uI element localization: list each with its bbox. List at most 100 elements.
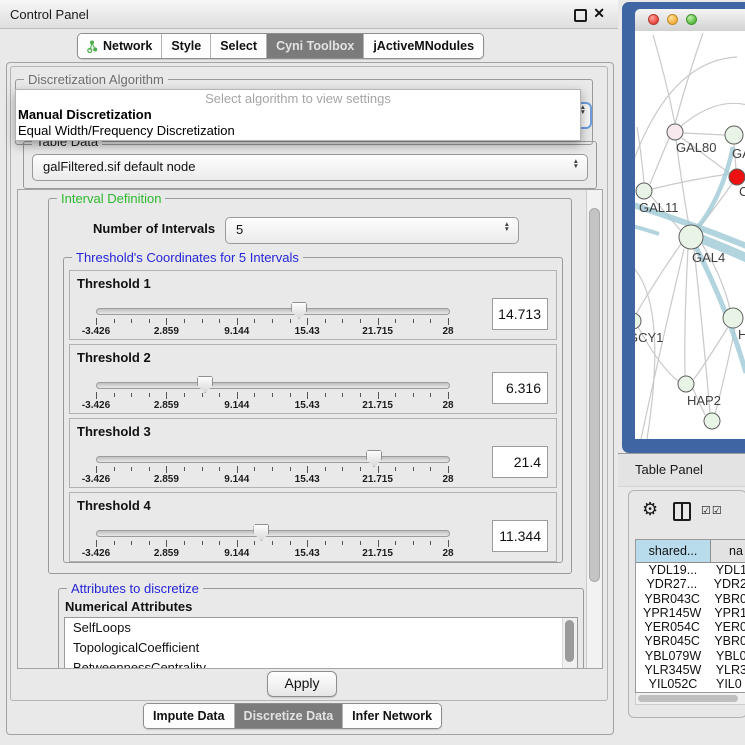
table-row[interactable]: YBL079WYBL0 <box>636 649 745 663</box>
network-edge[interactable] <box>650 138 669 184</box>
threshold-slider-thumb[interactable] <box>197 376 213 393</box>
network-canvas[interactable]: GAL80GACGAL11GAL4GCY1HHAP2 <box>635 31 745 439</box>
scrollbar-thumb[interactable] <box>589 208 600 582</box>
cell-name[interactable]: YIL0 <box>710 677 745 691</box>
slider-tick <box>430 467 431 471</box>
table-row[interactable]: YDR27...YDR2 <box>636 577 745 591</box>
cell-shared-name[interactable]: YDR27... <box>636 577 708 591</box>
cell-name[interactable]: YBR0 <box>708 592 745 606</box>
minimize-traffic-light-icon[interactable] <box>667 14 678 25</box>
apply-button[interactable]: Apply <box>267 671 337 697</box>
slider-tick <box>114 541 115 545</box>
network-node-c[interactable] <box>729 169 745 185</box>
cell-shared-name[interactable]: YDL19... <box>636 563 710 577</box>
threshold-value-field[interactable]: 21.4 <box>492 446 548 478</box>
cell-shared-name[interactable]: YLR345W <box>636 663 710 677</box>
column-header-shared-name[interactable]: shared... <box>636 540 711 562</box>
cell-name[interactable]: YPR1 <box>708 606 745 620</box>
tab-style[interactable]: Style <box>161 34 210 58</box>
threshold-slider-track[interactable] <box>96 382 450 389</box>
network-node-ga[interactable] <box>725 126 743 144</box>
settings-vertical-scrollbar[interactable] <box>586 190 602 668</box>
tab-select[interactable]: Select <box>210 34 266 58</box>
threshold-value-field[interactable]: 11.344 <box>492 520 548 552</box>
threshold-slider-track[interactable] <box>96 308 450 315</box>
scrollbar-thumb[interactable] <box>565 620 574 662</box>
network-view-window[interactable]: GAL80GACGAL11GAL4GCY1HHAP2 <box>622 2 745 453</box>
gear-icon[interactable]: ⚙ <box>642 499 658 519</box>
cell-shared-name[interactable]: YBL079W <box>636 649 710 663</box>
network-edge[interactable] <box>683 133 725 135</box>
network-edge-highlighted[interactable] <box>696 147 733 229</box>
network-edge[interactable] <box>653 35 675 124</box>
algorithm-option-manual-discretization[interactable]: Manual Discretization <box>16 107 580 123</box>
algorithm-option-equal-width-frequency[interactable]: Equal Width/Frequency Discretization <box>16 123 580 139</box>
network-node-gal11[interactable] <box>636 183 652 199</box>
attribute-list-item[interactable]: SelfLoops <box>65 618 577 638</box>
cell-name[interactable]: YDL1 <box>710 563 745 577</box>
cell-shared-name[interactable]: YER054C <box>636 620 708 634</box>
tab-cyni-toolbox[interactable]: Cyni Toolbox <box>266 34 363 58</box>
table-row[interactable]: YIL052CYIL0 <box>636 677 745 691</box>
table-row[interactable]: YBR043CYBR0 <box>636 592 745 606</box>
network-edge[interactable] <box>694 327 728 379</box>
network-edge[interactable] <box>652 174 729 189</box>
cell-name[interactable]: YBR0 <box>708 634 745 648</box>
cell-shared-name[interactable]: YBR043C <box>636 592 708 606</box>
cell-shared-name[interactable]: YPR145W <box>636 606 708 620</box>
table-row[interactable]: YBR045CYBR0 <box>636 634 745 648</box>
table-rows: YDL19...YDL1YDR27...YDR2YBR043CYBR0YPR14… <box>636 563 745 692</box>
slider-tick <box>202 467 203 471</box>
close-icon[interactable]: ✕ <box>593 6 605 20</box>
network-edge-highlighted[interactable] <box>635 225 659 234</box>
table-horizontal-scrollbar[interactable] <box>635 693 745 705</box>
threshold-slider-track[interactable] <box>96 456 450 463</box>
numerical-attributes-list[interactable]: SelfLoopsTopologicalCoefficientBetweenne… <box>64 617 578 669</box>
scrollbar-thumb[interactable] <box>638 695 738 702</box>
tab-jactivemnodules[interactable]: jActiveMNodules <box>363 34 483 58</box>
threshold-slider-thumb[interactable] <box>291 302 307 319</box>
attribute-list-item[interactable]: BetweennessCentrality <box>65 658 577 669</box>
slider-tick <box>360 467 361 471</box>
tab-network[interactable]: Network <box>78 34 161 58</box>
cell-name[interactable]: YER0 <box>708 620 745 634</box>
network-node-gal4[interactable] <box>679 225 703 249</box>
network-edge[interactable] <box>680 103 745 127</box>
close-traffic-light-icon[interactable] <box>648 14 659 25</box>
cell-shared-name[interactable]: YBR045C <box>636 634 708 648</box>
table-row[interactable]: YLR345WYLR3 <box>636 663 745 677</box>
network-edge[interactable] <box>636 244 681 314</box>
threshold-slider-thumb[interactable] <box>253 524 269 541</box>
threshold-value-field[interactable]: 6.316 <box>492 372 548 404</box>
table-row[interactable]: YER054CYER0 <box>636 620 745 634</box>
network-edge[interactable] <box>637 127 644 183</box>
network-edge[interactable] <box>675 33 703 124</box>
threshold-slider-track[interactable] <box>96 530 450 537</box>
threshold-slider-thumb[interactable] <box>366 450 382 467</box>
network-node[interactable] <box>704 413 720 429</box>
number-of-intervals-combobox[interactable]: 5 ▲▼ <box>225 217 519 244</box>
cell-shared-name[interactable]: YIL052C <box>636 677 710 691</box>
table-data-combobox[interactable]: galFiltered.sif default node ▲▼ <box>32 154 588 181</box>
column-visibility-icon[interactable] <box>673 502 691 521</box>
tab-discretize-data[interactable]: Discretize Data <box>234 704 343 728</box>
cell-name[interactable]: YDR2 <box>708 577 745 591</box>
network-node-h[interactable] <box>723 308 743 328</box>
table-row[interactable]: YPR145WYPR1 <box>636 606 745 620</box>
tab-infer-network[interactable]: Infer Network <box>342 704 441 728</box>
threshold-value-field[interactable]: 14.713 <box>492 298 548 330</box>
zoom-traffic-light-icon[interactable] <box>686 14 697 25</box>
network-node-gcy1[interactable] <box>635 313 641 329</box>
cell-name[interactable]: YLR3 <box>710 663 745 677</box>
network-node-hap2[interactable] <box>678 376 694 392</box>
attributes-list-scrollbar[interactable] <box>562 618 577 669</box>
float-window-icon[interactable] <box>574 9 587 22</box>
select-checkboxes-icon[interactable]: ☑☑ <box>701 504 723 517</box>
cell-name[interactable]: YBL0 <box>710 649 745 663</box>
tab-impute-data[interactable]: Impute Data <box>144 704 234 728</box>
attribute-list-item[interactable]: TopologicalCoefficient <box>65 638 577 658</box>
network-node-gal80[interactable] <box>667 124 683 140</box>
network-edge[interactable] <box>685 249 688 376</box>
column-header-name[interactable]: na <box>711 540 745 562</box>
table-row[interactable]: YDL19...YDL1 <box>636 563 745 577</box>
